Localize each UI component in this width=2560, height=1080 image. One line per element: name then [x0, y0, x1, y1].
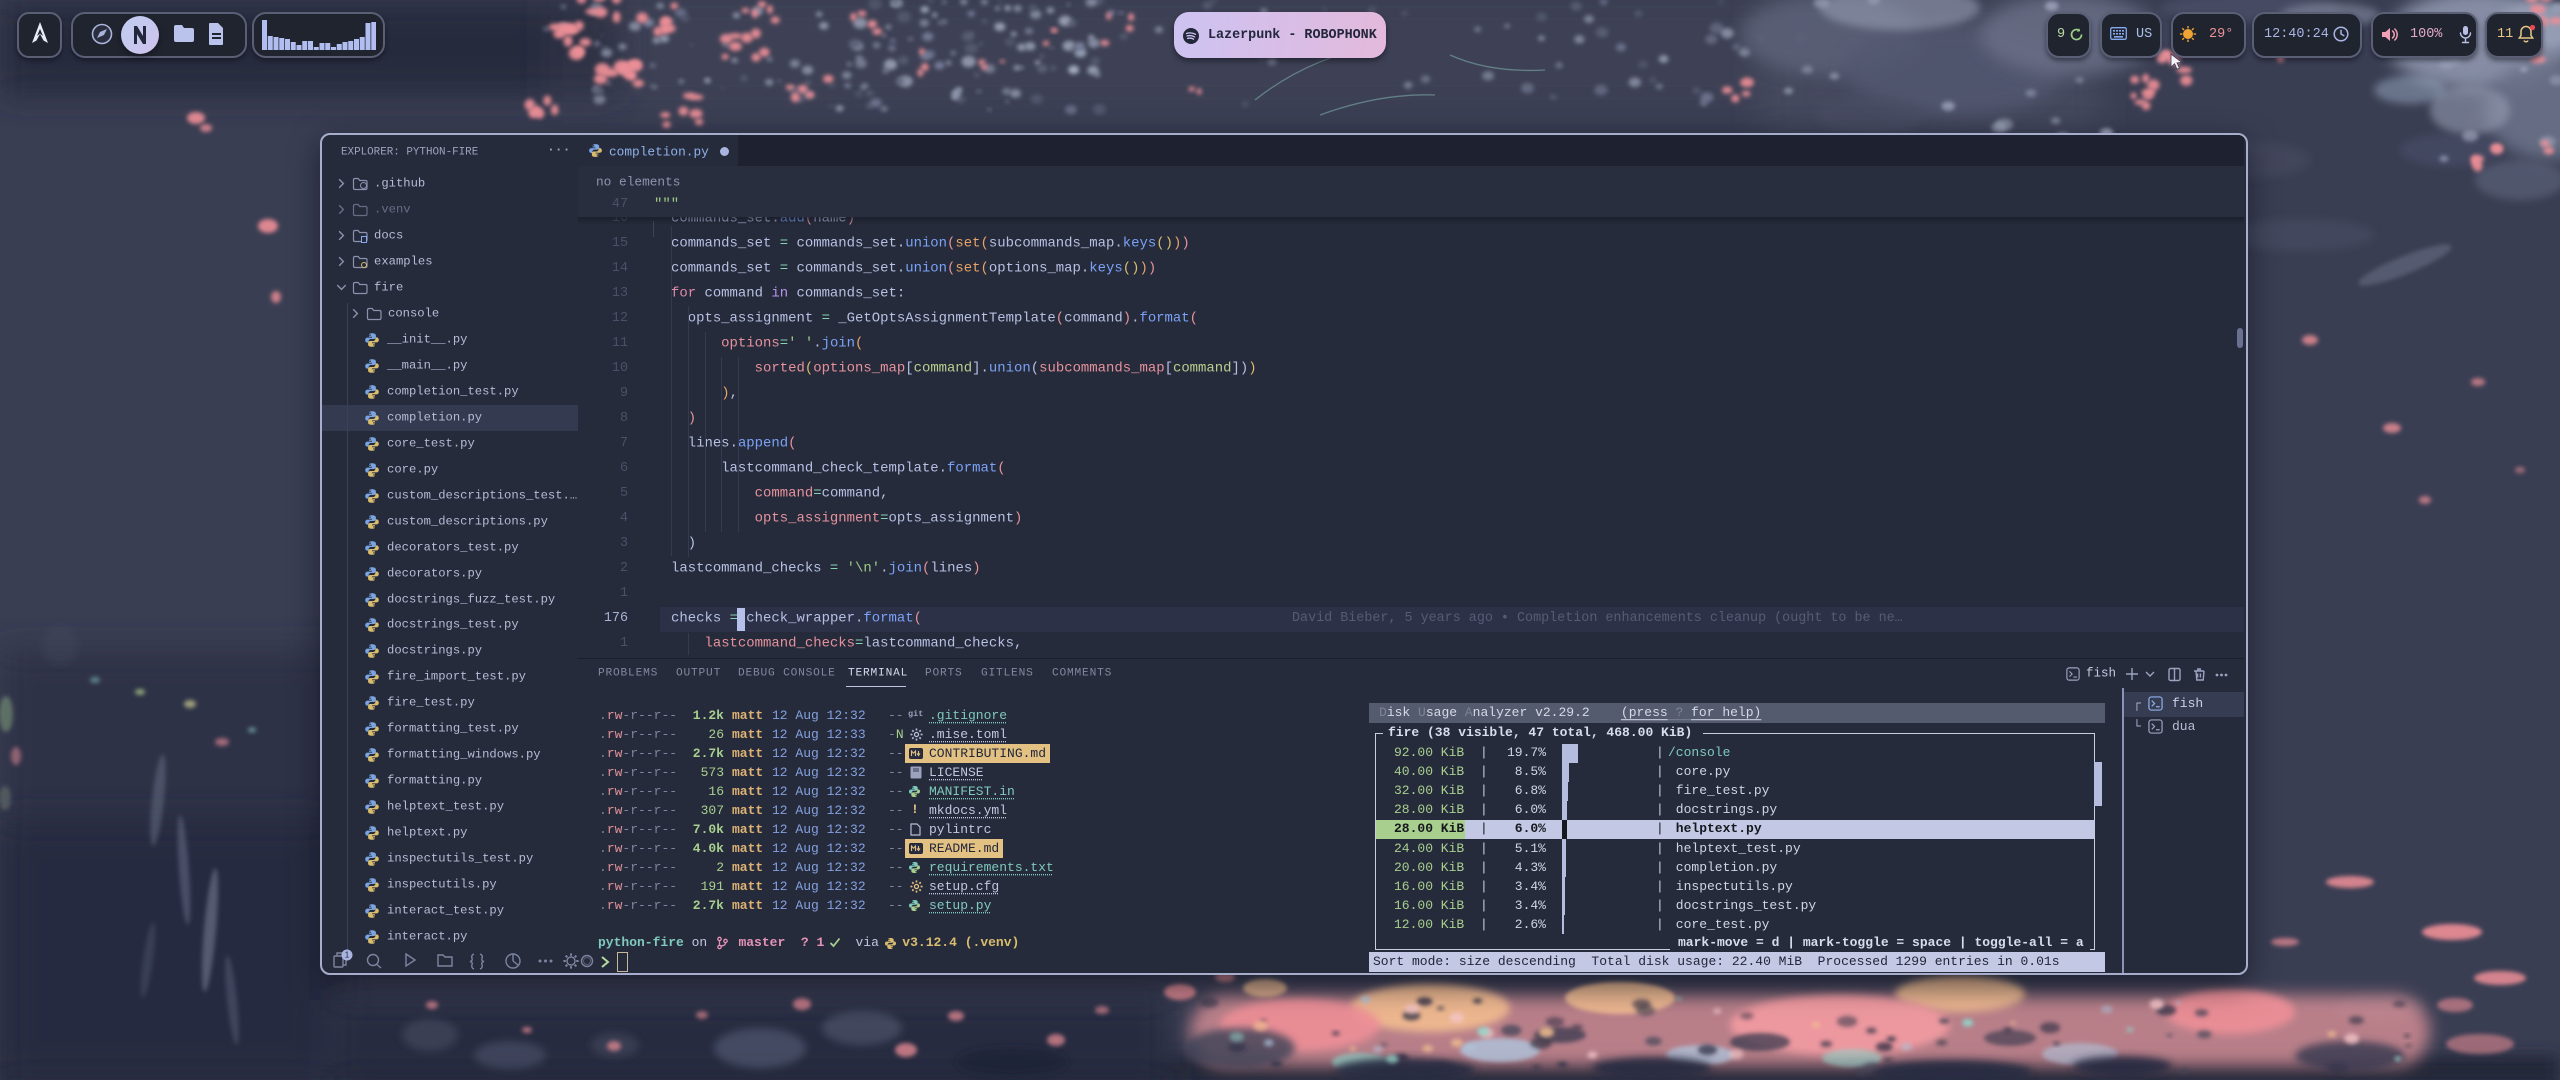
- svg-text:1: 1: [345, 951, 350, 960]
